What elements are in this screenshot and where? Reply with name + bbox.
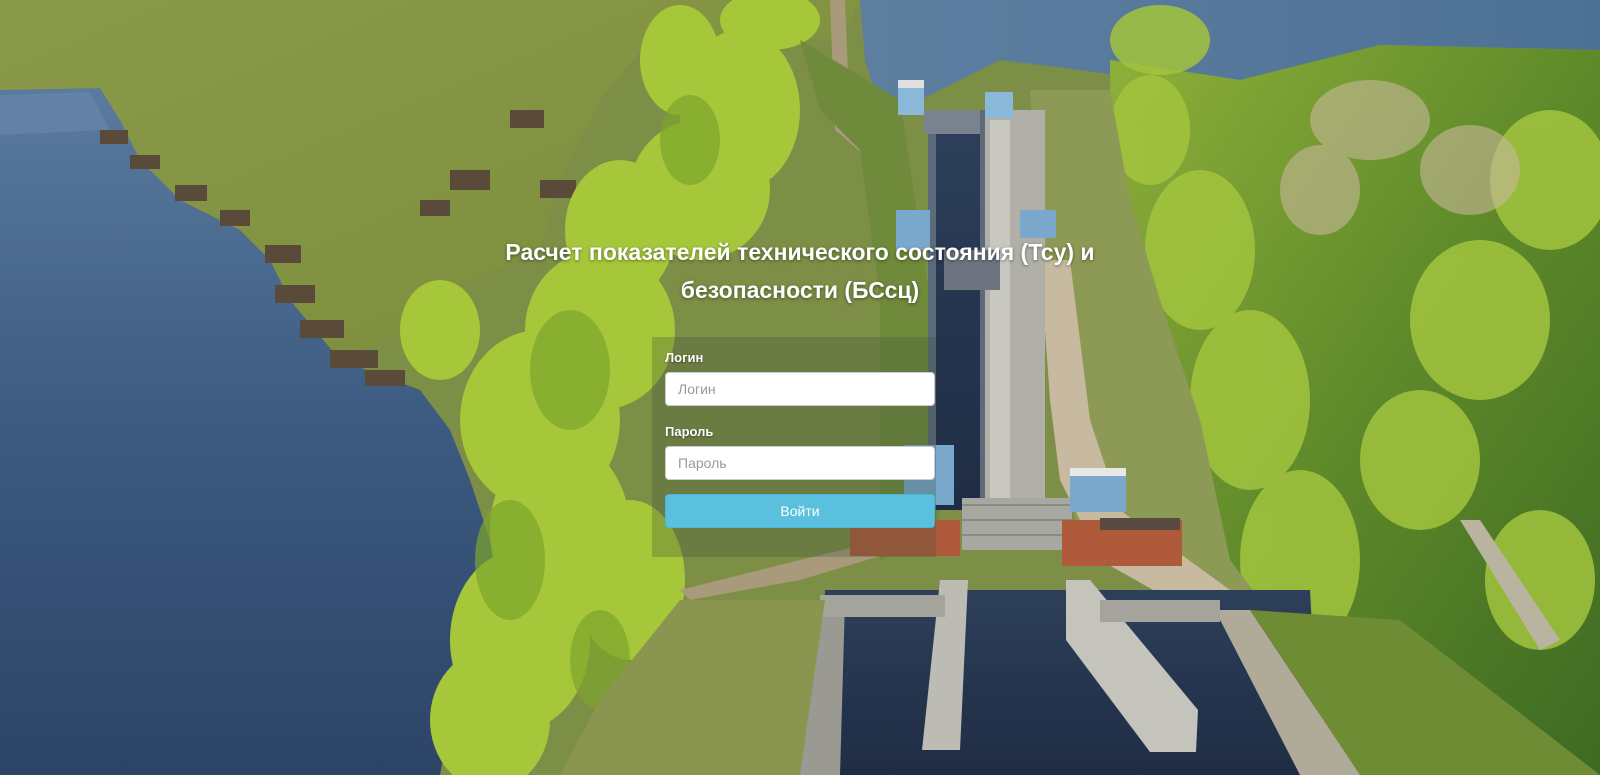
page-title-line-1: Расчет показателей технического состояни… — [505, 239, 1095, 265]
login-input[interactable] — [665, 372, 935, 406]
login-form: Логин Пароль Войти — [665, 350, 935, 528]
login-button[interactable]: Войти — [665, 494, 935, 528]
page-title-line-2: безопасности (БСсц) — [680, 277, 920, 303]
password-input[interactable] — [665, 446, 935, 480]
password-label: Пароль — [665, 424, 714, 439]
login-label: Логин — [665, 350, 704, 365]
page-title: Расчет показателей технического состояни… — [400, 233, 1200, 309]
